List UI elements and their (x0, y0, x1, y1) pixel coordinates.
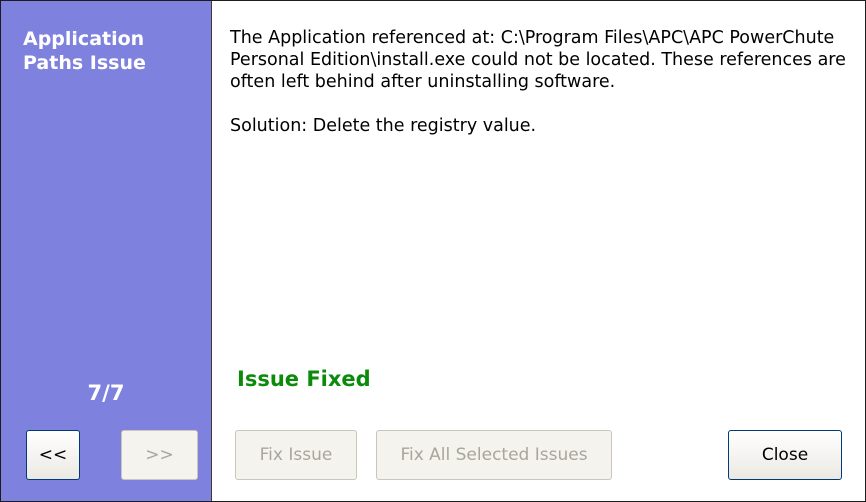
fix-issue-button[interactable]: Fix Issue (235, 430, 357, 480)
issue-message: The Application referenced at: C:\Progra… (230, 27, 850, 137)
issue-solution: Solution: Delete the registry value. (230, 116, 537, 136)
previous-issue-button[interactable]: << (26, 430, 80, 480)
issue-description: The Application referenced at: C:\Progra… (230, 28, 846, 92)
issue-dialog: Application Paths Issue 7/7 << >> The Ap… (0, 0, 866, 502)
issue-category-title: Application Paths Issue (23, 28, 146, 74)
page-counter: 7/7 (87, 381, 125, 405)
issue-details-panel: The Application referenced at: C:\Progra… (212, 1, 865, 501)
next-issue-button[interactable]: >> (121, 430, 198, 480)
issue-status: Issue Fixed (237, 367, 371, 391)
fix-all-selected-button[interactable]: Fix All Selected Issues (376, 430, 612, 480)
sidebar: Application Paths Issue 7/7 << >> (1, 1, 212, 501)
close-button[interactable]: Close (728, 430, 842, 480)
